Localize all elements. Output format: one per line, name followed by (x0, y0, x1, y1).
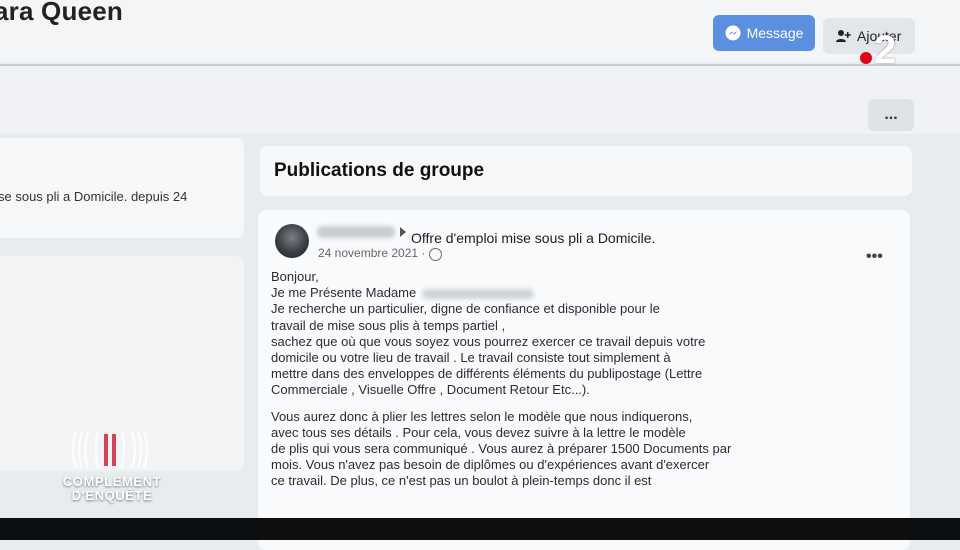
group-posts-header: Publications de groupe (260, 146, 912, 196)
show-title-line1: COMPLEMENT (62, 474, 162, 489)
channel-number: 2 (874, 28, 897, 72)
post-line: ce travail. De plus, ce n'est pas un bou… (271, 473, 652, 489)
post-line: de plis qui vous sera communiqué . Vous … (271, 441, 732, 457)
message-button[interactable]: Message (713, 15, 815, 51)
intro-card: se sous pli a Domicile. depuis 24 (0, 138, 244, 238)
post-line: sachez que où que vous soyez vous pourre… (271, 333, 706, 349)
intro-snippet: se sous pli a Domicile. depuis 24 (0, 189, 188, 204)
arrow-right-icon (400, 227, 406, 237)
post-line: avec tous ses détails . Pour cela, vous … (271, 424, 686, 440)
globe-icon (429, 248, 442, 261)
show-logo-bars-icon (71, 431, 149, 469)
post-body: Bonjour, Je me Présente Madame Je recher… (271, 269, 791, 490)
show-logo: COMPLEMENT D'ENQUÊTE (52, 430, 172, 506)
profile-header: ara Queen Message Ajouter (0, 0, 960, 62)
message-button-label: Message (746, 25, 804, 41)
post-line-with-name: Je me Présente Madame (271, 285, 791, 301)
profile-tabs-bar (0, 66, 960, 134)
messenger-icon (725, 25, 741, 41)
post-date[interactable]: 24 novembre 2021 · (318, 246, 425, 260)
post-more-button[interactable]: ••• (866, 248, 883, 266)
post-line: mois. Vous n'avez pas besoin de diplômes… (271, 457, 710, 473)
post-line: mettre dans des enveloppes de différents… (271, 366, 703, 382)
add-friend-icon (836, 30, 851, 42)
show-title-line2: D'ENQUÊTE (71, 488, 153, 503)
name-blurred (422, 288, 535, 299)
profile-name: ara Queen (0, 0, 123, 26)
channel-logo: 2 (860, 28, 908, 72)
post-line: Je recherche un particulier, digne de co… (271, 301, 660, 317)
author-avatar[interactable] (275, 224, 309, 258)
post-line: Bonjour, (271, 269, 319, 284)
post-line: domicile ou votre lieu de travail . Le t… (271, 350, 671, 366)
post-card: Offre d'emploi mise sous pli a Domicile.… (258, 210, 910, 550)
author-name-blurred[interactable] (317, 226, 395, 238)
group-posts-title: Publications de groupe (274, 160, 485, 181)
channel-dot-icon (860, 52, 872, 64)
post-line: travail de mise sous plis à temps partie… (271, 317, 506, 333)
screen-bezel (0, 518, 960, 540)
more-options-label: ... (884, 106, 898, 123)
more-options-button[interactable]: ... (868, 99, 914, 131)
post-line: Commerciale , Visuelle Offre , Document … (271, 382, 590, 398)
group-link[interactable]: Offre d'emploi mise sous pli a Domicile. (411, 230, 655, 246)
post-line: Vous aurez donc à plier les lettres selo… (271, 408, 693, 424)
